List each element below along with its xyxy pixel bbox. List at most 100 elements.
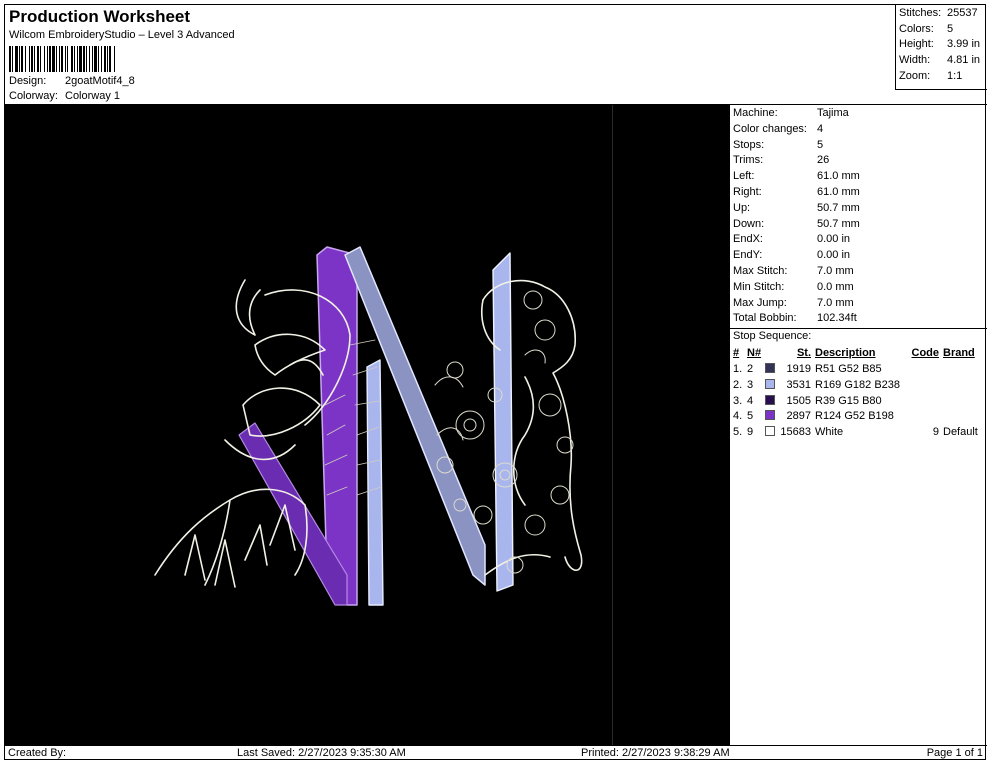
info-row: Min Stitch: 0.0 mm bbox=[730, 281, 987, 297]
stop-description: White bbox=[815, 426, 844, 439]
stop-stitches: 1505 bbox=[786, 394, 811, 407]
info-value: 5 bbox=[817, 138, 824, 151]
page-title: Production Worksheet bbox=[9, 7, 191, 26]
stop-description: R39 G15 B80 bbox=[815, 394, 882, 407]
stop-code bbox=[911, 361, 943, 377]
summary-row: Width: 4.81 in bbox=[899, 54, 987, 70]
design-row: Design: 2goatMotif4_8 bbox=[9, 75, 135, 87]
stop-needle: 5 bbox=[747, 410, 754, 423]
letter-n-diagonal bbox=[344, 246, 486, 586]
info-row: Total Bobbin: 102.34ft bbox=[730, 312, 987, 328]
info-label: Right: bbox=[733, 185, 762, 198]
colorway-label: Colorway: bbox=[9, 90, 58, 102]
col-brand: Brand bbox=[943, 347, 975, 360]
info-value: 7.0 mm bbox=[817, 296, 854, 309]
stop-needle: 9 bbox=[747, 426, 754, 439]
info-label: Trims: bbox=[733, 154, 764, 167]
info-row: Up: 50.7 mm bbox=[730, 202, 987, 218]
stop-sequence-title: Stop Sequence: bbox=[733, 330, 812, 343]
footer: Created By: Last Saved: 2/27/2023 9:35:3… bbox=[5, 745, 987, 761]
info-row: Trims: 26 bbox=[730, 154, 987, 170]
thread-color-swatch bbox=[765, 426, 775, 437]
stop-index: 4. bbox=[733, 410, 743, 423]
info-label: Stops: bbox=[733, 138, 765, 151]
stop-brand: Default bbox=[943, 426, 978, 439]
stop-needle: 3 bbox=[747, 378, 754, 391]
color-swatch bbox=[765, 377, 779, 393]
col-index: # bbox=[733, 347, 740, 360]
info-label: EndY: bbox=[733, 249, 763, 262]
machine-info: Machine: Tajima Color changes: 4 Stops: 5 T… bbox=[730, 105, 987, 328]
stop-code bbox=[911, 393, 943, 409]
stop-brand bbox=[943, 377, 987, 393]
summary-value: 5 bbox=[947, 22, 954, 35]
info-row: Down: 50.7 mm bbox=[730, 218, 987, 234]
info-row: Stops: 5 bbox=[730, 139, 987, 155]
info-value: 61.0 mm bbox=[817, 170, 860, 183]
stop-stitches: 3531 bbox=[786, 378, 811, 391]
stop-needle: 2 bbox=[747, 363, 754, 376]
info-value: Tajima bbox=[817, 107, 849, 119]
table-row: 4. 5 2897 R124 G52 B198 bbox=[733, 409, 987, 425]
embroidery-artwork bbox=[154, 246, 583, 606]
stop-index: 1. bbox=[733, 363, 743, 376]
info-value: 50.7 mm bbox=[817, 201, 860, 214]
summary-value: 1:1 bbox=[947, 69, 963, 82]
table-row: 3. 4 1505 R39 G15 B80 bbox=[733, 393, 987, 409]
stop-sequence: Stop Sequence: # N# St. Description Code… bbox=[730, 328, 987, 440]
stop-description: R51 G52 B85 bbox=[815, 363, 882, 376]
summary-label: Stitches: bbox=[899, 7, 942, 19]
info-row: Color changes: 4 bbox=[730, 123, 987, 139]
info-value: 26 bbox=[817, 154, 830, 167]
design-value: 2goatMotif4_8 bbox=[65, 75, 135, 87]
table-row: 2. 3 3531 R169 G182 B238 bbox=[733, 377, 987, 393]
info-value: 0.0 mm bbox=[817, 280, 854, 293]
header: Production Worksheet Wilcom EmbroiderySt… bbox=[5, 5, 987, 105]
stop-description: R169 G182 B238 bbox=[815, 378, 901, 391]
stop-code bbox=[911, 409, 943, 425]
col-code: Code bbox=[911, 347, 940, 360]
info-value: 50.7 mm bbox=[817, 217, 860, 230]
info-value: 4 bbox=[817, 122, 824, 135]
stop-stitches: 2897 bbox=[786, 410, 811, 423]
info-label: Color changes: bbox=[733, 122, 807, 135]
col-needle: N# bbox=[747, 347, 762, 360]
info-value: 0.00 in bbox=[817, 233, 851, 246]
info-row: EndY: 0.00 in bbox=[730, 249, 987, 265]
color-swatch bbox=[765, 409, 779, 425]
printed-date: Printed: 2/27/2023 9:38:29 AM bbox=[581, 747, 730, 759]
stop-index: 5. bbox=[733, 426, 743, 439]
barcode-bar bbox=[115, 46, 116, 72]
info-row: Right: 61.0 mm bbox=[730, 186, 987, 202]
stop-code: 9 bbox=[932, 426, 939, 439]
col-swatch bbox=[765, 345, 779, 361]
info-value: 102.34ft bbox=[817, 312, 857, 325]
last-saved: Last Saved: 2/27/2023 9:35:30 AM bbox=[237, 747, 406, 759]
colorway-row: Colorway: Colorway 1 bbox=[9, 90, 120, 102]
table-row: 1. 2 1919 R51 G52 B85 bbox=[733, 361, 987, 377]
table-header-row: # N# St. Description Code Brand bbox=[733, 345, 987, 361]
summary-row: Height: 3.99 in bbox=[899, 38, 987, 54]
info-label: EndX: bbox=[733, 233, 763, 246]
info-label: Total Bobbin: bbox=[733, 312, 797, 325]
worksheet: Production Worksheet Wilcom EmbroiderySt… bbox=[4, 4, 987, 761]
col-description: Description bbox=[815, 347, 876, 360]
stop-description: R124 G52 B198 bbox=[815, 410, 894, 423]
design-label: Design: bbox=[9, 75, 47, 87]
summary-label: Width: bbox=[899, 54, 931, 67]
letter-n-mid-bar bbox=[366, 359, 384, 606]
summary-row: Stitches: 25537 bbox=[899, 7, 987, 23]
summary-row: Colors: 5 bbox=[899, 23, 987, 39]
info-label: Min Stitch: bbox=[733, 280, 785, 293]
stop-needle: 4 bbox=[747, 394, 754, 407]
color-swatch bbox=[765, 424, 779, 440]
summary-value: 4.81 in bbox=[947, 54, 981, 67]
table-row: 5. 9 15683 White 9 Default bbox=[733, 424, 987, 440]
info-label: Machine: bbox=[733, 107, 778, 119]
thread-color-swatch bbox=[765, 378, 775, 389]
stop-index: 2. bbox=[733, 378, 743, 391]
page-number: Page 1 of 1 bbox=[926, 747, 983, 759]
info-label: Up: bbox=[733, 201, 751, 214]
info-label: Left: bbox=[733, 170, 755, 183]
info-value: 61.0 mm bbox=[817, 185, 860, 198]
